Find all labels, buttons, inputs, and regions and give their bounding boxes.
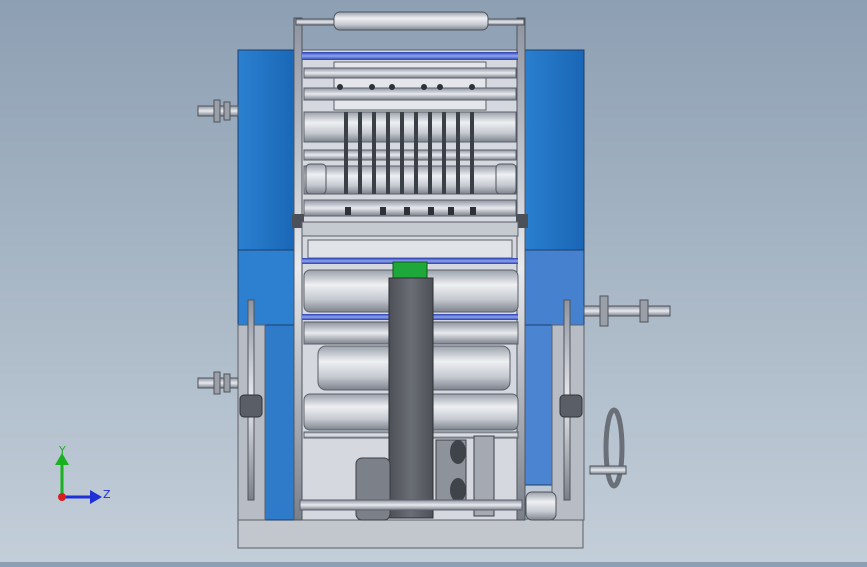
cad-viewport[interactable]: Y Z xyxy=(0,0,867,562)
right-side-panel xyxy=(521,49,585,521)
upper-cutter-assembly xyxy=(303,61,517,217)
triad-z-label: Z xyxy=(103,488,111,501)
machine-model: Y Z xyxy=(55,11,671,549)
center-column xyxy=(388,277,434,519)
green-block xyxy=(392,261,428,279)
top-blue-rod xyxy=(302,52,518,60)
coordinate-triad-icon: Y Z xyxy=(55,444,111,504)
left-side-panel xyxy=(237,49,299,521)
triad-y-label: Y xyxy=(58,444,66,457)
top-handle-bar xyxy=(295,11,525,31)
base-plate xyxy=(237,518,584,549)
